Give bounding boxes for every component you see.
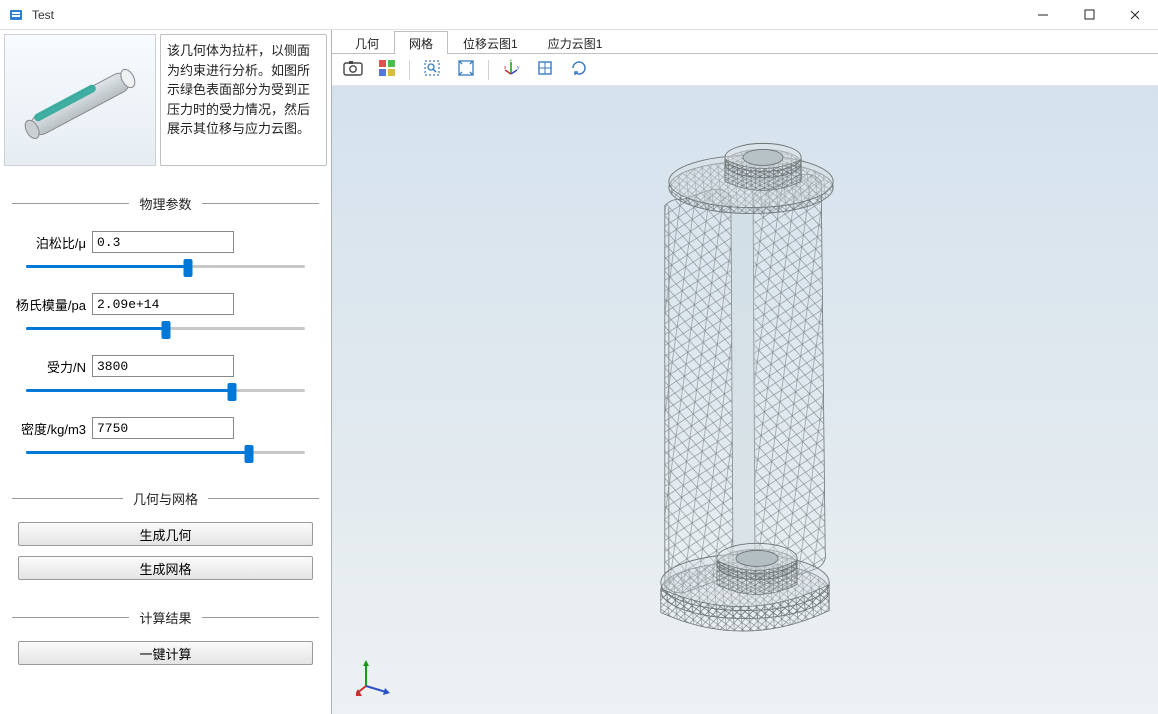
zoom-extents-button[interactable]	[453, 58, 479, 82]
section-physical: 物理参数 泊松比/μ 杨氏模量/pa	[12, 194, 319, 461]
param-density: 密度/kg/m3	[14, 417, 317, 461]
param-young-slider[interactable]	[26, 319, 305, 337]
toolbar-separator	[409, 60, 410, 80]
generate-geometry-button[interactable]: 生成几何	[18, 522, 313, 546]
description-text: 该几何体为拉杆，以侧面为约束进行分析。如图所示绿色表面部分为受到正压力时的受力情…	[160, 34, 327, 166]
section-results-legend: 计算结果	[129, 608, 201, 627]
axis-triad-icon	[356, 656, 396, 696]
param-force-slider[interactable]	[26, 381, 305, 399]
minimize-button[interactable]	[1020, 0, 1066, 30]
reset-view-icon	[536, 59, 554, 80]
section-results: 计算结果 一键计算	[12, 608, 319, 665]
param-density-input[interactable]	[92, 417, 234, 439]
mesh-render	[332, 86, 1158, 714]
section-geom-mesh-legend: 几何与网格	[123, 489, 208, 508]
close-button[interactable]	[1112, 0, 1158, 30]
param-poisson-label: 泊松比/μ	[14, 233, 86, 252]
toolbar-separator	[488, 60, 489, 80]
layers-button[interactable]	[374, 58, 400, 82]
svg-text:z: z	[510, 59, 513, 63]
layers-icon	[378, 59, 396, 80]
param-young-input[interactable]	[92, 293, 234, 315]
rotate-icon	[570, 59, 588, 80]
zoom-box-button[interactable]	[419, 58, 445, 82]
param-poisson: 泊松比/μ	[14, 231, 317, 275]
tab-geom[interactable]: 几何	[340, 31, 394, 54]
param-young: 杨氏模量/pa	[14, 293, 317, 337]
param-force-input[interactable]	[92, 355, 234, 377]
param-poisson-slider[interactable]	[26, 257, 305, 275]
content-area: 几何 网格 位移云图1 应力云图1 zxy	[332, 30, 1158, 714]
sidebar: 该几何体为拉杆，以侧面为约束进行分析。如图所示绿色表面部分为受到正压力时的受力情…	[0, 30, 332, 714]
geometry-preview	[4, 34, 156, 166]
generate-mesh-button[interactable]: 生成网格	[18, 556, 313, 580]
param-young-label: 杨氏模量/pa	[14, 295, 86, 314]
tab-mesh[interactable]: 网格	[394, 31, 448, 54]
tab-bar: 几何 网格 位移云图1 应力云图1	[332, 30, 1158, 54]
tab-stress1[interactable]: 应力云图1	[533, 31, 618, 54]
viewport-toolbar: zxy	[332, 54, 1158, 86]
compute-button[interactable]: 一键计算	[18, 641, 313, 665]
svg-text:y: y	[517, 65, 520, 71]
rotate-button[interactable]	[566, 58, 592, 82]
zoom-box-icon	[423, 59, 441, 80]
titlebar: Test	[0, 0, 1158, 30]
reset-view-button[interactable]	[532, 58, 558, 82]
window-title: Test	[32, 8, 54, 22]
param-density-label: 密度/kg/m3	[14, 419, 86, 438]
viewport-3d[interactable]	[332, 86, 1158, 714]
snapshot-button[interactable]	[340, 58, 366, 82]
camera-icon	[343, 60, 363, 79]
param-density-slider[interactable]	[26, 443, 305, 461]
param-poisson-input[interactable]	[92, 231, 234, 253]
axes-icon: zxy	[502, 59, 520, 80]
section-physical-legend: 物理参数	[129, 194, 201, 213]
param-force: 受力/N	[14, 355, 317, 399]
maximize-button[interactable]	[1066, 0, 1112, 30]
axes-button[interactable]: zxy	[498, 58, 524, 82]
param-force-label: 受力/N	[14, 357, 86, 376]
section-geom-mesh: 几何与网格 生成几何 生成网格	[12, 489, 319, 580]
zoom-extents-icon	[457, 59, 475, 80]
app-icon	[8, 7, 24, 23]
tab-disp1[interactable]: 位移云图1	[448, 31, 533, 54]
